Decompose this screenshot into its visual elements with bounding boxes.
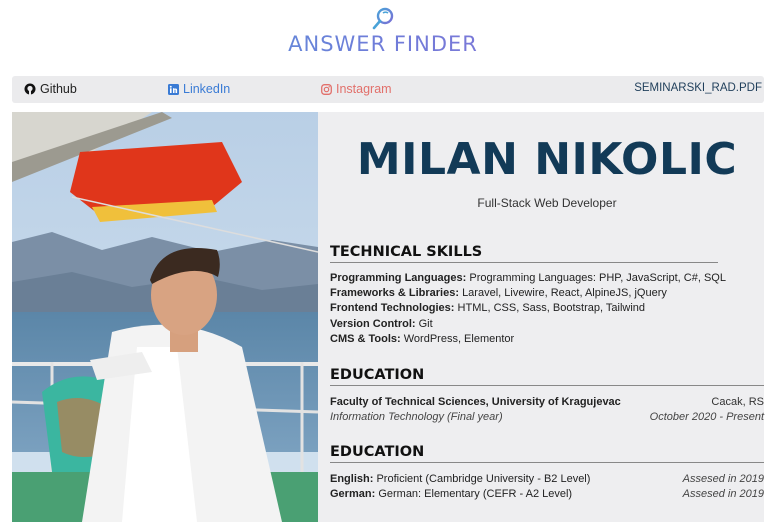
- language-value: Proficient (Cambridge University - B2 Le…: [376, 473, 591, 485]
- person-name: MILAN NIKOLIC: [356, 134, 738, 185]
- skill-line: Frameworks & Libraries: Laravel, Livewir…: [330, 287, 667, 299]
- language-line: German: German: Elementary (CEFR - A2 Le…: [330, 488, 572, 500]
- brand-wordmark: ANSWER FINDER: [0, 32, 766, 56]
- language-note: Assesed in 2019: [682, 488, 764, 500]
- site-logo[interactable]: ANSWER FINDER: [0, 6, 766, 56]
- language-value: German: Elementary (CEFR - A2 Level): [378, 488, 573, 500]
- education-location: Cacak, RS: [711, 396, 764, 408]
- github-link-label: Github: [40, 82, 77, 96]
- person-role: Full-Stack Web Developer: [477, 196, 617, 210]
- languages-section-title: EDUCATION: [330, 444, 764, 463]
- skill-line: Version Control: Git: [330, 318, 433, 330]
- instagram-link[interactable]: Instagram: [321, 82, 392, 96]
- skill-line: Programming Languages: Programming Langu…: [330, 272, 726, 284]
- magnifier-logo-icon: [372, 7, 394, 30]
- school-name: Faculty of Technical Sciences, Universit…: [330, 396, 621, 408]
- skill-value: HTML, CSS, Sass, Bootstrap, Tailwind: [457, 302, 646, 314]
- skill-value: Laravel, Livewire, React, AlpineJS, jQue…: [462, 287, 667, 299]
- instagram-link-label: Instagram: [336, 82, 392, 96]
- language-label: English:: [330, 473, 374, 485]
- linkedin-icon: [168, 83, 179, 95]
- education-period: October 2020 - Present: [649, 411, 764, 423]
- profile-card: MILAN NIKOLIC Full-Stack Web Developer T…: [12, 112, 764, 522]
- skill-value: Git: [418, 318, 433, 330]
- linkedin-link[interactable]: LinkedIn: [168, 82, 230, 96]
- resume-content: MILAN NIKOLIC Full-Stack Web Developer T…: [330, 112, 764, 522]
- github-link[interactable]: Github: [24, 82, 77, 96]
- language-label: German:: [330, 488, 376, 500]
- profile-photo: [12, 112, 318, 522]
- skill-label: Frontend Technologies:: [330, 302, 455, 314]
- linkedin-link-label: LinkedIn: [183, 82, 231, 96]
- github-icon: [24, 83, 36, 95]
- skill-value: WordPress, Elementor: [403, 333, 515, 345]
- language-note: Assesed in 2019: [682, 473, 764, 485]
- skill-label: CMS & Tools:: [330, 333, 401, 345]
- education-program: Information Technology (Final year): [330, 411, 503, 423]
- skill-label: Frameworks & Libraries:: [330, 287, 459, 299]
- social-nav-bar: Github LinkedIn Instagram SEMINARSKI_RAD…: [12, 76, 764, 103]
- education-section-title: EDUCATION: [330, 367, 764, 386]
- skill-line: Frontend Technologies: HTML, CSS, Sass, …: [330, 302, 645, 314]
- skills-section-title: TECHNICAL SKILLS: [330, 244, 718, 263]
- skill-line: CMS & Tools: WordPress, Elementor: [330, 333, 514, 345]
- education-school: Faculty of Technical Sciences, Universit…: [330, 396, 621, 408]
- skill-label: Version Control:: [330, 318, 416, 330]
- skill-value: Programming Languages: PHP, JavaScript, …: [469, 272, 726, 284]
- skill-label: Programming Languages:: [330, 272, 467, 284]
- seminar-pdf-link[interactable]: SEMINARSKI_RAD.PDF: [634, 82, 762, 94]
- language-line: English: Proficient (Cambridge Universit…: [330, 473, 590, 485]
- instagram-icon: [321, 83, 332, 95]
